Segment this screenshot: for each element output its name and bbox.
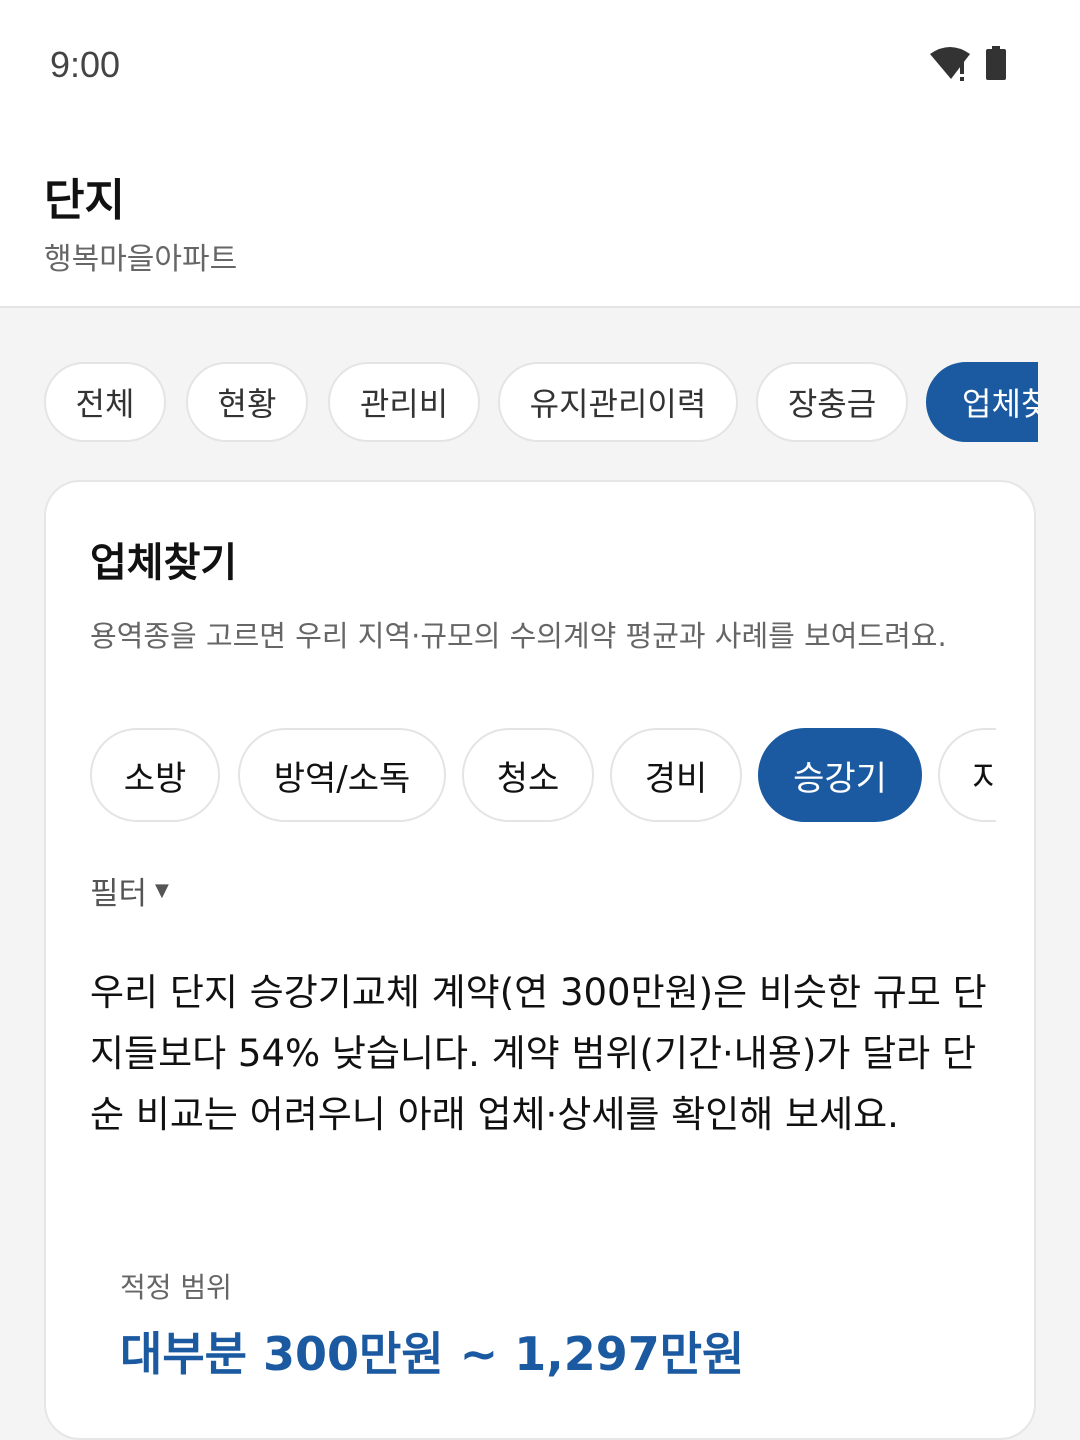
chip-cleaning[interactable]: 청소 <box>462 728 594 822</box>
card-title: 업체찾기 <box>90 540 238 586</box>
filter-label: 필터 <box>90 876 148 912</box>
card-description: 용역종을 고르면 우리 지역·규모의 수의계약 평균과 사례를 보여드려요. <box>90 619 947 653</box>
range-label: 적정 범위 <box>120 1271 232 1304</box>
chip-pest-control[interactable]: 방역/소독 <box>238 728 446 822</box>
caret-down-icon: ▼ <box>155 880 169 901</box>
vendor-finder-card: 업체찾기 용역종을 고르면 우리 지역·규모의 수의계약 평균과 사례를 보여드… <box>44 480 1036 1440</box>
comparison-summary: 우리 단지 승강기교체 계약(연 300만원)은 비슷한 규모 단지들보다 54… <box>90 971 987 1136</box>
page-subtitle: 행복마을아파트 <box>44 242 238 277</box>
app-header: 9:00 단지 행복마을아파트 <box>0 0 1080 308</box>
wifi-icon <box>930 47 970 81</box>
chip-fire[interactable]: 소방 <box>90 728 220 822</box>
page-title: 단지 <box>44 175 125 226</box>
tab-status[interactable]: 현황 <box>186 362 308 442</box>
filter-toggle[interactable]: 필터 ▼ <box>90 868 169 913</box>
category-chips: 소방 방역/소독 청소 경비 승강기 지 <box>90 728 996 824</box>
chip-security[interactable]: 경비 <box>610 728 742 822</box>
tab-maintenance-fee[interactable]: 관리비 <box>328 362 480 442</box>
section-tabs: 전체 현황 관리비 유지관리이력 장충금 업체찾기 <box>0 362 1038 448</box>
tab-all[interactable]: 전체 <box>44 362 166 442</box>
tab-find-vendor[interactable]: 업체찾기 <box>926 362 1038 442</box>
chip-more[interactable]: 지 <box>938 728 996 822</box>
range-value: 대부분 300만원 ~ 1,297만원 <box>120 1327 745 1381</box>
status-time: 9:00 <box>50 44 121 85</box>
tab-reserve-fund[interactable]: 장충금 <box>756 362 908 442</box>
battery-icon <box>986 46 1006 80</box>
chip-elevator[interactable]: 승강기 <box>758 728 922 822</box>
tab-maintenance-history[interactable]: 유지관리이력 <box>498 362 738 442</box>
